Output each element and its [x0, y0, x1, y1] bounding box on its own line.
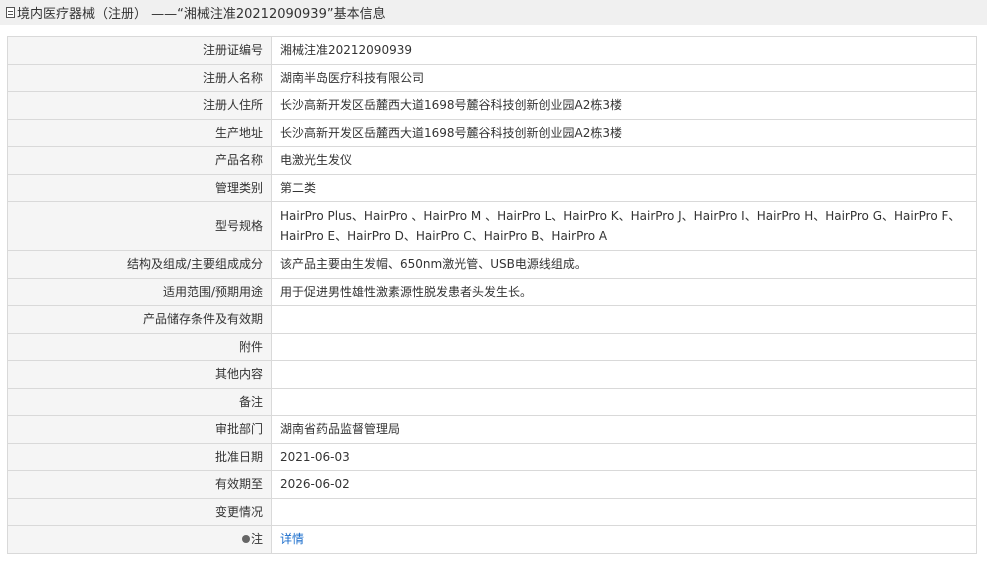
row-value: 该产品主要由生发帽、650nm激光管、USB电源线组成。: [271, 250, 977, 279]
row-value: 电激光生发仪: [271, 146, 977, 175]
row-value: 湘械注准20212090939: [271, 36, 977, 65]
row-label: 注册人名称: [7, 63, 272, 92]
info-table: 注册证编号 湘械注准20212090939 注册人名称 湖南半岛医疗科技有限公司…: [7, 36, 977, 554]
row-value: [271, 332, 977, 361]
table-row: 产品储存条件及有效期: [7, 305, 977, 334]
row-label: 适用范围/预期用途: [7, 277, 272, 306]
table-row: 结构及组成/主要组成成分 该产品主要由生发帽、650nm激光管、USB电源线组成…: [7, 250, 977, 279]
row-label: 备注: [7, 387, 272, 416]
table-row: 注册人住所 长沙高新开发区岳麓西大道1698号麓谷科技创新创业园A2栋3楼: [7, 91, 977, 120]
row-label: 变更情况: [7, 497, 272, 526]
table-row: 适用范围/预期用途 用于促进男性雄性激素源性脱发患者头发生长。: [7, 277, 977, 306]
table-row: 生产地址 长沙高新开发区岳麓西大道1698号麓谷科技创新创业园A2栋3楼: [7, 118, 977, 147]
lightbulb-icon: [241, 534, 250, 543]
row-label: 生产地址: [7, 118, 272, 147]
table-row: 变更情况: [7, 497, 977, 526]
row-label: 批准日期: [7, 442, 272, 471]
row-value: [271, 360, 977, 389]
table-row: 有效期至 2026-06-02: [7, 470, 977, 499]
row-value: [271, 305, 977, 334]
row-label: 管理类别: [7, 173, 272, 202]
row-label: 型号规格: [7, 201, 272, 251]
table-row: 备注: [7, 387, 977, 416]
note-value-cell: 详情: [271, 525, 977, 554]
row-value: 用于促进男性雄性激素源性脱发患者头发生长。: [271, 277, 977, 306]
table-row: 产品名称 电激光生发仪: [7, 146, 977, 175]
table-row: 附件: [7, 332, 977, 361]
table-row: 型号规格 HairPro Plus、HairPro 、HairPro M 、Ha…: [7, 201, 977, 251]
table-row: 其他内容: [7, 360, 977, 389]
row-value: 2021-06-03: [271, 442, 977, 471]
table-row: 注册人名称 湖南半岛医疗科技有限公司: [7, 63, 977, 92]
row-label: 审批部门: [7, 415, 272, 444]
row-value: [271, 497, 977, 526]
row-value: 2026-06-02: [271, 470, 977, 499]
details-link[interactable]: 详情: [280, 532, 304, 546]
row-label: 产品储存条件及有效期: [7, 305, 272, 334]
document-icon: [6, 7, 15, 18]
table-row: 审批部门 湖南省药品监督管理局: [7, 415, 977, 444]
table-row: 注册证编号 湘械注准20212090939: [7, 36, 977, 65]
page-header: 境内医疗器械（注册） ——“湘械注准20212090939”基本信息: [0, 0, 987, 25]
note-row: 注 详情: [7, 525, 977, 554]
note-label-cell: 注: [7, 525, 272, 554]
row-label: 其他内容: [7, 360, 272, 389]
row-value: 湖南省药品监督管理局: [271, 415, 977, 444]
note-label: 注: [250, 532, 263, 547]
row-value: 长沙高新开发区岳麓西大道1698号麓谷科技创新创业园A2栋3楼: [271, 118, 977, 147]
row-value: [271, 387, 977, 416]
row-label: 有效期至: [7, 470, 272, 499]
row-label: 附件: [7, 332, 272, 361]
row-value: 湖南半岛医疗科技有限公司: [271, 63, 977, 92]
row-value: 第二类: [271, 173, 977, 202]
row-value: HairPro Plus、HairPro 、HairPro M 、HairPro…: [271, 201, 977, 251]
row-label: 结构及组成/主要组成成分: [7, 250, 272, 279]
table-row: 批准日期 2021-06-03: [7, 442, 977, 471]
page-title: 境内医疗器械（注册） ——“湘械注准20212090939”基本信息: [17, 7, 386, 22]
row-label: 注册人住所: [7, 91, 272, 120]
table-row: 管理类别 第二类: [7, 173, 977, 202]
row-label: 注册证编号: [7, 36, 272, 65]
row-value: 长沙高新开发区岳麓西大道1698号麓谷科技创新创业园A2栋3楼: [271, 91, 977, 120]
row-label: 产品名称: [7, 146, 272, 175]
